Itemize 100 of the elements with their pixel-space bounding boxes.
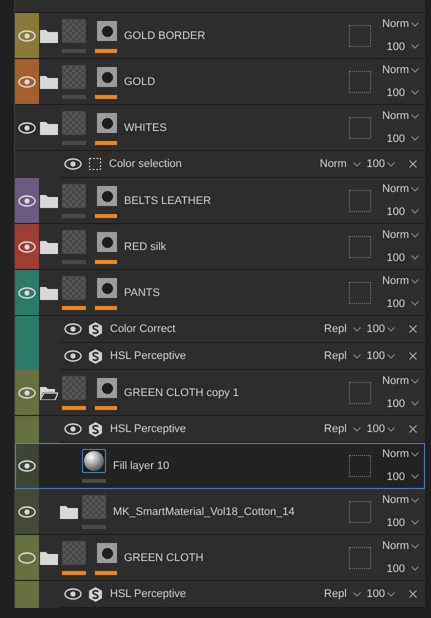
eye-icon[interactable] <box>64 588 82 600</box>
eye-icon[interactable] <box>64 350 82 362</box>
chevron-icon <box>387 162 395 167</box>
blend-mode-dropdown[interactable]: Repl <box>324 350 361 362</box>
open-folder-icon[interactable] <box>40 386 58 400</box>
blend-mode-dropdown[interactable]: Norm <box>382 64 419 76</box>
opacity-dropdown[interactable]: 100 <box>386 40 419 53</box>
checker-thumbnail[interactable] <box>62 541 86 565</box>
checker-thumbnail[interactable] <box>62 19 86 43</box>
chevron-icon <box>411 544 419 549</box>
layer-row[interactable]: Fill layer 10 Norm 100 <box>15 443 425 489</box>
checker-thumbnail[interactable] <box>62 184 86 208</box>
blend-mode-dropdown[interactable]: Norm <box>382 494 419 506</box>
folder-icon[interactable] <box>40 550 58 564</box>
checker-thumbnail[interactable] <box>62 376 86 400</box>
dotted-placeholder <box>349 282 371 304</box>
chevron-icon <box>352 354 361 359</box>
layer-name: WHITES <box>124 122 168 134</box>
opacity-dropdown[interactable]: 100 <box>386 562 419 575</box>
filter-icon <box>89 322 102 336</box>
layer-row[interactable]: GOLD BORDER Norm 100 <box>15 13 425 59</box>
blend-mode-dropdown[interactable]: Repl <box>324 323 361 335</box>
opacity-dropdown[interactable]: 100 <box>386 516 419 529</box>
opacity-dropdown[interactable]: 100 <box>366 323 395 335</box>
mask-thumbnail[interactable] <box>97 232 117 252</box>
layer-name: GREEN CLOTH copy 1 <box>124 386 240 398</box>
eye-icon[interactable] <box>18 194 36 206</box>
dotted-placeholder <box>349 546 371 568</box>
blend-mode-dropdown[interactable]: Norm <box>382 275 419 288</box>
folder-icon[interactable] <box>60 504 78 518</box>
chevron-icon <box>352 592 361 597</box>
close-icon[interactable] <box>409 352 417 360</box>
folder-icon[interactable] <box>40 194 58 208</box>
eye-icon[interactable] <box>18 460 36 472</box>
mask-thumbnail[interactable] <box>97 543 117 563</box>
mask-thumbnail[interactable] <box>97 113 117 133</box>
mask-thumbnail[interactable] <box>97 278 117 298</box>
layer-row[interactable]: RED silk Norm 100 <box>15 224 425 270</box>
opacity-dropdown[interactable]: 100 <box>386 252 419 264</box>
opacity-dropdown[interactable]: 100 <box>366 158 395 170</box>
mask-thumbnail[interactable] <box>97 378 117 398</box>
chevron-icon <box>352 326 361 332</box>
opacity-dropdown[interactable]: 100 <box>366 588 395 600</box>
blend-mode-dropdown[interactable]: Norm <box>382 540 419 552</box>
blend-mode-dropdown[interactable]: Norm <box>382 375 419 388</box>
checker-thumbnail[interactable] <box>82 495 106 519</box>
eye-icon[interactable] <box>18 122 36 134</box>
blend-mode-dropdown[interactable]: Repl <box>324 423 361 435</box>
eye-icon[interactable] <box>64 158 82 170</box>
folder-icon[interactable] <box>40 74 58 88</box>
opacity-dropdown[interactable]: 100 <box>386 132 419 145</box>
layer-row[interactable]: BELTS LEATHER Norm 100 <box>15 178 425 224</box>
sphere-thumbnail[interactable] <box>82 449 106 473</box>
blend-mode-dropdown[interactable]: Norm <box>382 18 419 30</box>
eye-icon[interactable] <box>64 323 82 335</box>
mask-thumbnail[interactable] <box>97 21 117 41</box>
blend-mode-dropdown[interactable]: Repl <box>324 588 361 600</box>
blend-mode-dropdown[interactable]: Norm <box>382 229 419 242</box>
chevron-icon <box>411 520 419 526</box>
close-icon[interactable] <box>409 425 417 433</box>
chevron-icon <box>411 90 419 96</box>
close-icon[interactable] <box>409 590 417 598</box>
opacity-dropdown[interactable]: 100 <box>386 86 419 99</box>
checker-thumbnail[interactable] <box>62 230 86 254</box>
chevron-icon <box>387 592 395 597</box>
effect-name: Color selection <box>109 158 183 170</box>
eye-icon[interactable] <box>64 423 82 435</box>
blend-mode-dropdown[interactable]: Norm <box>320 158 361 170</box>
checker-thumbnail[interactable] <box>62 111 86 135</box>
layer-row[interactable]: MK_SmartMaterial_Vol18_Cotton_14 Norm 100 <box>15 489 425 535</box>
close-icon[interactable] <box>409 325 417 333</box>
checker-thumbnail[interactable] <box>62 65 86 89</box>
layer-row[interactable]: GOLD Norm 100 <box>15 59 425 105</box>
chevron-icon <box>387 426 395 432</box>
blend-mode-dropdown[interactable]: Norm <box>382 183 419 196</box>
opacity-dropdown[interactable]: 100 <box>386 398 419 410</box>
blend-mode-dropdown[interactable]: Norm <box>382 448 419 460</box>
mask-thumbnail[interactable] <box>97 67 117 87</box>
opacity-dropdown[interactable]: 100 <box>386 298 419 310</box>
opacity-dropdown[interactable]: 100 <box>366 423 395 435</box>
folder-icon[interactable] <box>40 120 58 134</box>
chevron-icon <box>411 498 419 503</box>
layer-name: GOLD <box>124 76 156 88</box>
dotted-placeholder <box>349 116 371 138</box>
opacity-dropdown[interactable]: 100 <box>386 206 419 218</box>
mask-thumbnail[interactable] <box>97 186 117 206</box>
opacity-dropdown[interactable]: 100 <box>386 470 419 483</box>
eye-icon[interactable] <box>18 506 36 518</box>
opacity-dropdown[interactable]: 100 <box>366 350 395 362</box>
checker-thumbnail[interactable] <box>62 276 86 300</box>
filter-icon <box>89 348 102 364</box>
blend-mode-dropdown[interactable]: Norm <box>382 110 419 122</box>
filter-icon <box>89 586 102 602</box>
folder-icon[interactable] <box>40 286 58 300</box>
layer-name: MK_SmartMaterial_Vol18_Cotton_14 <box>113 506 296 518</box>
folder-icon[interactable] <box>40 240 58 254</box>
folder-icon[interactable] <box>40 28 58 42</box>
eye-icon[interactable] <box>18 240 36 252</box>
layer-name: GOLD BORDER <box>124 30 206 42</box>
close-icon[interactable] <box>409 160 417 168</box>
